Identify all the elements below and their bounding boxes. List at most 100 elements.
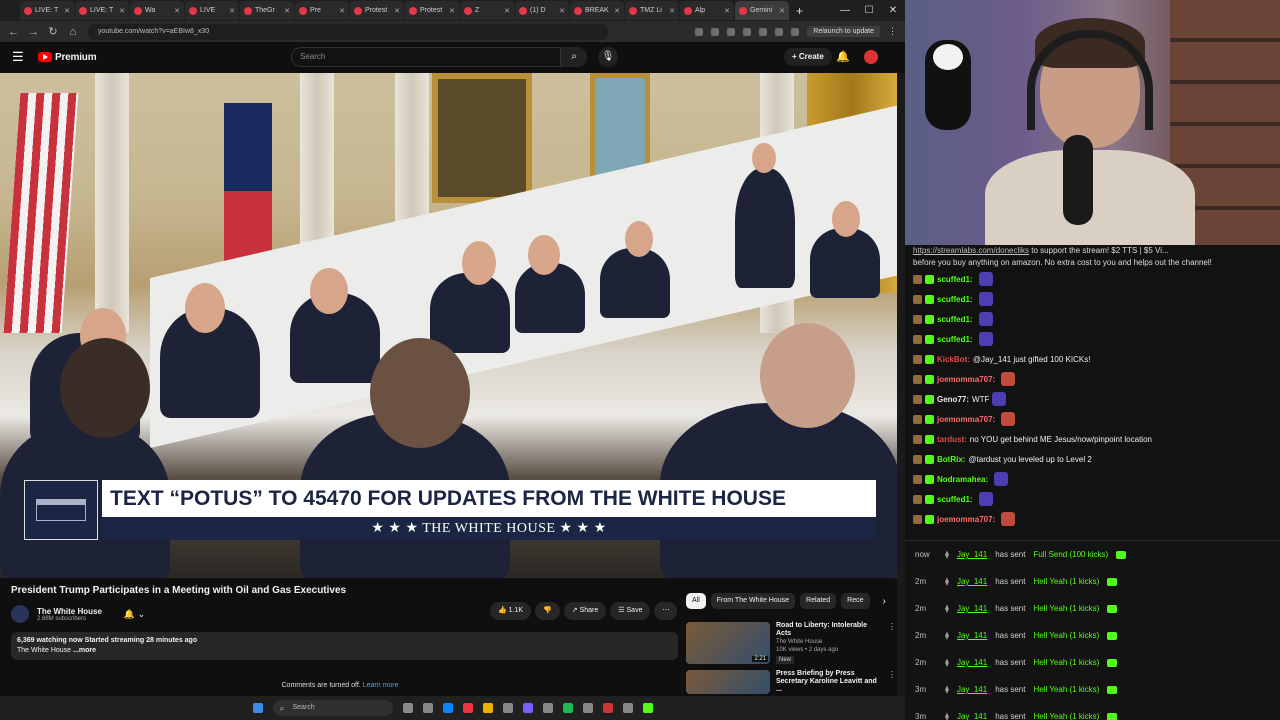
- learn-more-link[interactable]: Learn more: [363, 682, 399, 689]
- search-input[interactable]: Search: [291, 47, 561, 67]
- folder-icon[interactable]: [482, 703, 493, 713]
- close-window-button[interactable]: ✕: [881, 0, 905, 21]
- close-tab-icon[interactable]: ✕: [724, 7, 730, 15]
- taskbar-app-icon[interactable]: [582, 703, 593, 713]
- close-tab-icon[interactable]: ✕: [394, 7, 400, 15]
- forward-icon[interactable]: →: [28, 26, 39, 38]
- taskbar-search[interactable]: Search: [272, 700, 393, 716]
- account-avatar[interactable]: [864, 50, 878, 64]
- alert-user[interactable]: Jay_141: [957, 685, 987, 694]
- home-icon[interactable]: ⌂: [68, 26, 78, 38]
- youtube-logo[interactable]: Premium: [38, 52, 97, 63]
- kick-icon[interactable]: [642, 703, 653, 713]
- extension-icon[interactable]: [775, 27, 784, 36]
- extension-icon[interactable]: [711, 27, 720, 36]
- reload-icon[interactable]: ↻: [48, 25, 58, 38]
- close-tab-icon[interactable]: ✕: [614, 7, 620, 15]
- chat-username[interactable]: scuffed1:: [937, 315, 973, 324]
- extension-icon[interactable]: [695, 27, 704, 36]
- video-player[interactable]: TEXT “POTUS” TO 45470 FOR UPDATES FROM T…: [0, 73, 897, 578]
- taskbar-app-icon[interactable]: [602, 703, 613, 713]
- recommendation-item[interactable]: 2:21 Road to Liberty: Intolerable Acts T…: [686, 622, 896, 664]
- browser-tab[interactable]: TMZ Li ✕: [625, 1, 679, 20]
- extension-icon[interactable]: [727, 27, 736, 36]
- share-button[interactable]: ↗ Share: [563, 602, 607, 620]
- chat-username[interactable]: Geno77:: [937, 395, 969, 404]
- url-field[interactable]: youtube.com/watch?v=aEBIw8_x30: [88, 23, 608, 40]
- browser-tab[interactable]: TheGr ✕: [240, 1, 294, 20]
- alert-user[interactable]: Jay_141: [957, 604, 987, 613]
- save-button[interactable]: ☰ Save: [610, 602, 651, 620]
- close-tab-icon[interactable]: ✕: [559, 7, 565, 15]
- browser-tab[interactable]: LIVE: T ✕: [75, 1, 129, 20]
- close-tab-icon[interactable]: ✕: [449, 7, 455, 15]
- chip-from-channel[interactable]: From The White House: [710, 593, 796, 609]
- more-options-icon[interactable]: ⋮: [888, 670, 896, 694]
- chat-username[interactable]: scuffed1:: [937, 275, 973, 284]
- chat-username[interactable]: tardust:: [937, 435, 967, 444]
- extension-icon[interactable]: [791, 27, 800, 36]
- taskbar-app-icon[interactable]: [442, 703, 453, 713]
- new-tab-button[interactable]: +: [790, 4, 809, 18]
- taskbar-app-icon[interactable]: [462, 703, 473, 713]
- start-icon[interactable]: [252, 703, 263, 713]
- browser-tab[interactable]: (1) D ✕: [515, 1, 569, 20]
- donation-link[interactable]: https://streamlabs.com/donecliks: [913, 246, 1029, 255]
- alert-user[interactable]: Jay_141: [957, 577, 987, 586]
- browser-tab[interactable]: Z ✕: [460, 1, 514, 20]
- browser-tab[interactable]: Protest ✕: [405, 1, 459, 20]
- alert-user[interactable]: Jay_141: [957, 712, 987, 720]
- chat-username[interactable]: Nodramahea:: [937, 475, 988, 484]
- channel-avatar[interactable]: [11, 605, 29, 623]
- chat-username[interactable]: scuffed1:: [937, 335, 973, 344]
- spotify-icon[interactable]: [562, 703, 573, 713]
- alert-user[interactable]: Jay_141: [957, 631, 987, 640]
- description-more-link[interactable]: ...more: [73, 647, 96, 654]
- subscription-bell-icon[interactable]: 🔔 ⌄: [124, 609, 145, 620]
- channel-name[interactable]: The White House: [37, 607, 102, 616]
- extension-icon[interactable]: [759, 27, 768, 36]
- close-tab-icon[interactable]: ✕: [64, 7, 70, 15]
- create-button[interactable]: + Create: [784, 48, 832, 66]
- close-tab-icon[interactable]: ✕: [339, 7, 345, 15]
- browser-tab[interactable]: Protest ✕: [350, 1, 404, 20]
- chat-username[interactable]: scuffed1:: [937, 295, 973, 304]
- chat-username[interactable]: joemomma707:: [937, 375, 995, 384]
- close-tab-icon[interactable]: ✕: [669, 7, 675, 15]
- browser-menu-icon[interactable]: ⋮: [888, 26, 897, 37]
- browser-tab[interactable]: Gemini ✕: [735, 1, 789, 20]
- close-tab-icon[interactable]: ✕: [284, 7, 290, 15]
- like-button[interactable]: 👍 1.1K: [490, 602, 532, 620]
- video-thumbnail[interactable]: [686, 670, 770, 694]
- taskbar-app-icon[interactable]: [502, 703, 513, 713]
- browser-tab[interactable]: BREAK ✕: [570, 1, 624, 20]
- extension-icon[interactable]: [743, 27, 752, 36]
- taskbar-app-icon[interactable]: [542, 703, 553, 713]
- browser-tab[interactable]: Alp ✕: [680, 1, 734, 20]
- close-tab-icon[interactable]: ✕: [229, 7, 235, 15]
- search-icon[interactable]: ⌕: [561, 47, 587, 67]
- chip-related[interactable]: Related: [800, 593, 837, 609]
- chip-recent[interactable]: Rece: [841, 593, 870, 609]
- alert-user[interactable]: Jay_141: [957, 550, 987, 559]
- chat-username[interactable]: joemomma707:: [937, 515, 995, 524]
- chat-username[interactable]: KickBot:: [937, 355, 970, 364]
- chat-username[interactable]: scuffed1:: [937, 495, 973, 504]
- recommendation-item[interactable]: Press Briefing by Press Secretary Karoli…: [686, 670, 896, 694]
- hamburger-menu-icon[interactable]: ☰: [12, 49, 30, 65]
- close-tab-icon[interactable]: ✕: [504, 7, 510, 15]
- dislike-button[interactable]: 👎: [535, 602, 560, 620]
- browser-tab[interactable]: LIVE: T ✕: [20, 1, 74, 20]
- browser-tab[interactable]: Wa ✕: [130, 1, 184, 20]
- close-tab-icon[interactable]: ✕: [119, 7, 125, 15]
- taskbar-app-icon[interactable]: [422, 703, 433, 713]
- close-tab-icon[interactable]: ✕: [779, 7, 785, 15]
- chat-username[interactable]: BotRix:: [937, 455, 965, 464]
- microphone-icon[interactable]: 🎙: [598, 47, 618, 67]
- notifications-bell-icon[interactable]: 🔔: [836, 50, 850, 63]
- alert-user[interactable]: Jay_141: [957, 658, 987, 667]
- more-options-icon[interactable]: ⋮: [888, 622, 896, 664]
- taskbar-app-icon[interactable]: [622, 703, 633, 713]
- video-thumbnail[interactable]: 2:21: [686, 622, 770, 664]
- browser-tab[interactable]: LIVE ✕: [185, 1, 239, 20]
